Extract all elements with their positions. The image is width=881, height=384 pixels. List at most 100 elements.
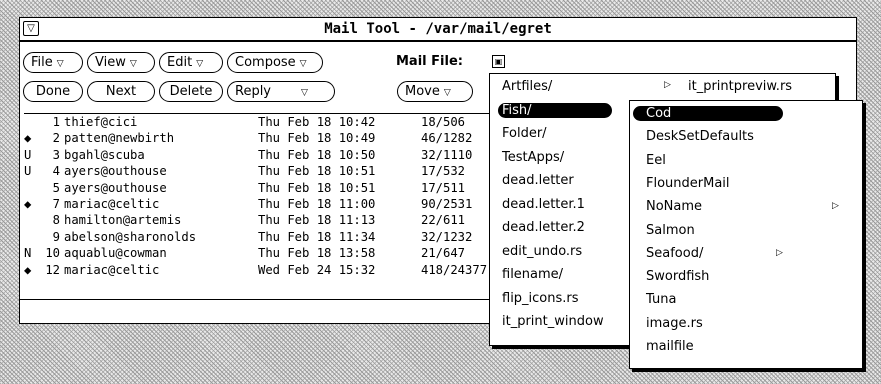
menu-item[interactable]: DeskSetDefaults bbox=[646, 129, 754, 144]
message-number: 4 bbox=[52, 164, 60, 179]
message-size: 418/24377 bbox=[421, 262, 488, 277]
message-list[interactable]: 1 thief@cici Thu Feb 18 10:42 18/506 ◆ 2 patte… bbox=[24, 113, 494, 300]
menu-item[interactable]: Fish/ bbox=[498, 102, 612, 118]
chevron-down-icon: ▽ bbox=[56, 59, 64, 69]
message-number: 3 bbox=[52, 147, 60, 162]
message-size: 21/647 bbox=[421, 246, 466, 261]
message-number: 12 bbox=[45, 262, 60, 277]
menu-item[interactable]: Swordfish bbox=[646, 269, 709, 284]
message-row[interactable]: ◆ 7 mariac@celtic Thu Feb 18 11:00 90/2531 bbox=[24, 196, 494, 212]
done-button[interactable]: Done bbox=[23, 81, 83, 102]
title-bar[interactable]: ▽ Mail Tool - /var/mail/egret bbox=[20, 18, 856, 42]
message-row[interactable]: 8 hamilton@artemis Thu Feb 18 11:13 22/611 bbox=[24, 212, 494, 228]
message-row[interactable]: U 3 bgahl@scuba Thu Feb 18 10:50 32/1110 bbox=[24, 147, 494, 163]
compose-menu-label: Compose bbox=[235, 55, 296, 70]
move-menu-label: Move bbox=[405, 84, 440, 99]
message-row[interactable]: ◆ 12 mariac@celtic Wed Feb 24 15:32 418/2437… bbox=[24, 262, 494, 278]
message-number: 1 bbox=[52, 115, 60, 129]
message-number: 2 bbox=[52, 131, 60, 146]
menu-item[interactable]: Seafood/ bbox=[646, 246, 703, 261]
message-row[interactable]: 5 ayers@outhouse Thu Feb 18 10:51 17/511 bbox=[24, 180, 494, 196]
message-number: 7 bbox=[52, 196, 60, 211]
reply-menu-button[interactable]: Reply ▽ bbox=[227, 81, 335, 102]
menu-item[interactable]: Eel bbox=[646, 153, 666, 168]
message-size: 46/1282 bbox=[421, 131, 473, 146]
fish-submenu[interactable]: Cod DeskSetDefaults Eel FlounderMail NoName S… bbox=[629, 100, 863, 369]
menu-item[interactable]: NoName bbox=[646, 199, 702, 214]
message-size: 17/511 bbox=[421, 180, 466, 195]
next-button[interactable]: Next bbox=[87, 81, 155, 102]
delete-button[interactable]: Delete bbox=[159, 81, 223, 102]
menu-item[interactable]: dead.letter.1 bbox=[502, 197, 585, 212]
move-menu-button[interactable]: Move ▽ bbox=[397, 81, 473, 102]
menu-item[interactable]: Tuna bbox=[646, 292, 676, 307]
chevron-down-icon: ▽ bbox=[129, 59, 137, 69]
window-title: Mail Tool - /var/mail/egret bbox=[324, 21, 552, 37]
message-size: 17/532 bbox=[421, 164, 466, 179]
message-date: Thu Feb 18 11:13 bbox=[258, 213, 376, 228]
mail-file-menu-icon[interactable]: ▣ bbox=[492, 55, 505, 68]
message-row[interactable]: ◆ 2 patten@newbirth Thu Feb 18 10:49 46/1282 bbox=[24, 130, 494, 146]
message-size: 90/2531 bbox=[421, 196, 473, 211]
submenu-arrow-icon: ▷ bbox=[832, 201, 839, 212]
message-row[interactable]: 9 abelson@sharonolds Thu Feb 18 11:34 32/12… bbox=[24, 229, 494, 245]
chevron-down-icon: ▽ bbox=[301, 88, 308, 98]
message-date: Thu Feb 18 10:49 bbox=[258, 131, 376, 146]
message-sender: aquablu@cowman bbox=[64, 246, 167, 261]
menu-item[interactable]: Folder/ bbox=[502, 126, 547, 141]
message-size: 32/1232 bbox=[421, 229, 473, 244]
menu-item[interactable]: filename/ bbox=[502, 267, 563, 282]
message-number: 8 bbox=[52, 213, 60, 228]
message-sender: ayers@outhouse bbox=[64, 180, 167, 195]
message-date: Thu Feb 18 10:42 bbox=[258, 115, 376, 129]
message-number: 5 bbox=[52, 180, 60, 195]
mail-file-label: Mail File: bbox=[396, 54, 463, 69]
message-sender: thief@cici bbox=[64, 115, 138, 129]
message-size: 18/506 bbox=[421, 115, 466, 129]
message-row[interactable]: U 4 ayers@outhouse Thu Feb 18 10:51 17/532 bbox=[24, 163, 494, 179]
message-date: Thu Feb 18 11:34 bbox=[258, 229, 376, 244]
message-size: 22/611 bbox=[421, 213, 466, 228]
message-row[interactable]: 1 thief@cici Thu Feb 18 10:42 18/506 bbox=[24, 114, 494, 130]
chevron-down-icon: ▽ bbox=[196, 59, 204, 69]
message-sender: ayers@outhouse bbox=[64, 164, 167, 179]
message-sender: hamilton@artemis bbox=[64, 213, 182, 228]
menu-item[interactable]: image.rs bbox=[646, 316, 703, 331]
menu-item[interactable]: Salmon bbox=[646, 223, 695, 238]
view-menu-label: View bbox=[95, 55, 126, 70]
chevron-down-icon: ▽ bbox=[443, 88, 451, 98]
message-row[interactable]: N 10 aquablu@cowman Thu Feb 18 13:58 21/647 bbox=[24, 245, 494, 261]
menu-item[interactable]: dead.letter.2 bbox=[502, 220, 585, 235]
menu-item[interactable]: edit_undo.rs bbox=[502, 244, 582, 259]
message-number: 9 bbox=[52, 229, 60, 244]
message-date: Wed Feb 24 15:32 bbox=[258, 262, 376, 277]
message-number: 10 bbox=[45, 246, 60, 261]
view-menu-button[interactable]: View ▽ bbox=[87, 52, 155, 73]
message-sender: patten@newbirth bbox=[64, 131, 175, 146]
message-date: Thu Feb 18 13:58 bbox=[258, 246, 376, 261]
file-menu-label: File bbox=[31, 55, 53, 70]
chevron-down-icon: ▽ bbox=[299, 59, 307, 69]
menu-item[interactable]: flip_icons.rs bbox=[502, 291, 579, 306]
compose-menu-button[interactable]: Compose ▽ bbox=[227, 52, 323, 73]
reply-menu-label: Reply bbox=[235, 84, 272, 99]
message-sender: mariac@celtic bbox=[64, 262, 160, 277]
message-sender: abelson@sharonolds bbox=[64, 229, 197, 244]
message-date: Thu Feb 18 10:50 bbox=[258, 147, 376, 162]
menu-item[interactable]: it_print_window bbox=[502, 314, 604, 329]
message-date: Thu Feb 18 10:51 bbox=[258, 180, 376, 195]
menu-item[interactable]: FlounderMail bbox=[646, 176, 730, 191]
message-date: Thu Feb 18 11:00 bbox=[258, 196, 376, 211]
submenu-arrow-icon: ▷ bbox=[776, 247, 783, 258]
menu-item-it-printpreviw[interactable]: it_printpreviw.rs bbox=[688, 79, 792, 94]
menu-item[interactable]: TestApps/ bbox=[502, 150, 564, 165]
menu-item[interactable]: dead.letter bbox=[502, 173, 574, 188]
menu-item[interactable]: Cod bbox=[633, 106, 784, 121]
edit-menu-label: Edit bbox=[167, 55, 193, 70]
menu-item[interactable]: mailfile bbox=[646, 339, 694, 354]
file-menu-button[interactable]: File ▽ bbox=[23, 52, 83, 73]
edit-menu-button[interactable]: Edit ▽ bbox=[159, 52, 223, 73]
message-date: Thu Feb 18 10:51 bbox=[258, 164, 376, 179]
message-sender: bgahl@scuba bbox=[64, 147, 145, 162]
menu-item[interactable]: Artfiles/ bbox=[502, 79, 552, 94]
